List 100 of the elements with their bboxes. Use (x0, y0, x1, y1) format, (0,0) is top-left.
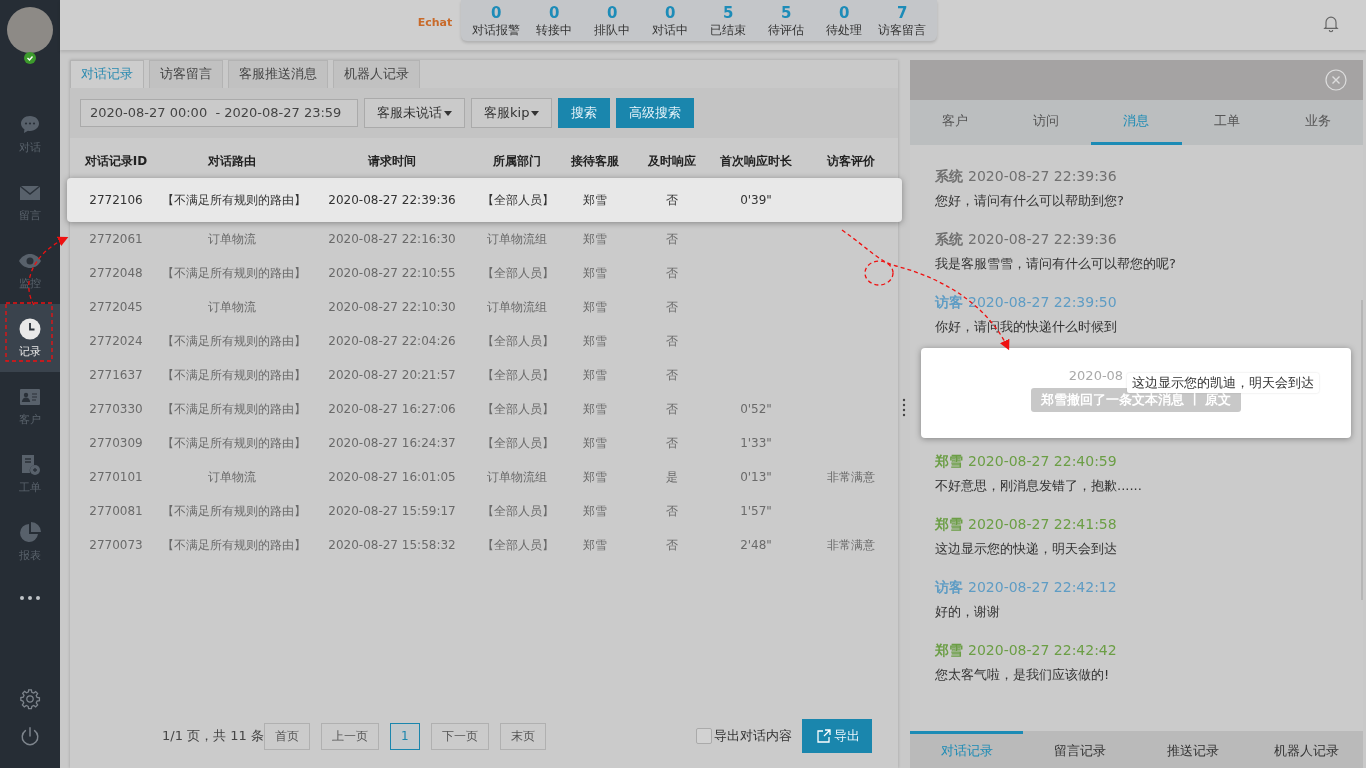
settings-icon[interactable] (19, 688, 41, 710)
table-row[interactable]: 2770309 【不满足所有规则的路由】 2020-08-27 16:24:37 【全部人员】 郑雪 否 1'33" (70, 426, 898, 460)
caret-icon (444, 110, 452, 116)
stat-label: 访客留言 (878, 22, 927, 38)
table-cell-text: 2020-08-27 15:58:32 (327, 538, 457, 552)
stat-count: 0 (491, 4, 502, 22)
table-cell-text: 2772106 (88, 193, 144, 207)
table-cell-text: 1'57" (739, 504, 773, 518)
search-button[interactable]: 搜索 (558, 98, 611, 128)
table-cell-text: 2020-08-27 15:59:17 (327, 504, 457, 518)
stat-label: 对话报警 (472, 22, 521, 38)
tab[interactable]: 消息 (1091, 100, 1182, 145)
table-cell-text: 2772061 (88, 232, 144, 246)
logo: Echat (417, 16, 453, 29)
column-header[interactable]: 请求时间 (302, 152, 482, 170)
tab[interactable]: 工单 (1181, 100, 1273, 145)
table-cell-text: 是 (665, 468, 679, 486)
column-header[interactable]: 所属部门 (482, 152, 552, 170)
table-cell: 【不满足所有规则的路由】 (162, 264, 302, 282)
highlight-ellipse (864, 260, 894, 286)
table-cell: 【全部人员】 (482, 332, 552, 350)
table-row[interactable]: 2770330 【不满足所有规则的路由】 2020-08-27 16:27:06 【全部人员】 郑雪 否 0'52" (70, 392, 898, 426)
stat-label: 已结束 (710, 22, 747, 38)
message-time: 2020-08-27 22:42:12 (968, 578, 1117, 596)
message-time: 2020-08-27 22:39:36 (968, 230, 1117, 248)
tab[interactable]: 机器人记录 (333, 60, 420, 88)
table-cell-text: 2020-08-27 22:39:36 (327, 193, 457, 207)
stat-count: 0 (549, 4, 560, 22)
message-sender: 系统 (935, 167, 963, 185)
table-cell-text: 2772024 (88, 334, 144, 348)
message-sender: 郑雪 (935, 452, 963, 470)
stat-label: 转接中 (536, 22, 573, 38)
avatar[interactable] (7, 7, 53, 53)
table-cell-text: 0'13" (739, 470, 773, 484)
column-header[interactable]: 首次响应时长 (706, 152, 806, 170)
table-row[interactable]: 2772106 【不满足所有规则的路由】 2020-08-27 22:39:36 【全部人员】 郑雪 否 0'39" (67, 178, 902, 222)
table-cell: 【不满足所有规则的路由】 (162, 191, 302, 209)
tab[interactable]: 客服推送消息 (228, 60, 328, 88)
table-row[interactable]: 2770073 【不满足所有规则的路由】 2020-08-27 15:58:32 【全部人员】 郑雪 否 2'48" 非常满意 (70, 528, 898, 562)
stat-count: 0 (607, 4, 618, 22)
advanced-search-button[interactable]: 高级搜索 (616, 98, 695, 128)
table-cell-text: 郑雪 (582, 230, 608, 248)
message-text: 你好，请问我的快递什么时候到 (935, 318, 1118, 336)
table-cell-text: 郑雪 (582, 191, 608, 209)
table-cell-text: 否 (665, 191, 679, 209)
message-text: 好的，谢谢 (935, 603, 1001, 621)
table-cell-text: 订单物流组 (486, 298, 548, 316)
table-cell: 【不满足所有规则的路由】 (162, 434, 302, 452)
sidebar-item[interactable]: 记录 (0, 304, 60, 372)
table-cell: 【全部人员】 (482, 400, 552, 418)
tab[interactable]: 客户 (910, 100, 1001, 145)
table-row[interactable]: 2770081 【不满足所有规则的路由】 2020-08-27 15:59:17 【全部人员】 郑雪 否 1'57" (70, 494, 898, 528)
table-row[interactable]: 2770101 订单物流 2020-08-27 16:01:05 订单物流组 郑雪 是 0'13" 非常满意 (70, 460, 898, 494)
column-header[interactable]: 及时响应 (638, 152, 706, 170)
message-text: 不好意思，刚消息发错了，抱歉...... (935, 477, 1143, 495)
table-row[interactable]: 2772045 订单物流 2020-08-27 22:10:30 订单物流组 郑雪 否 (70, 290, 898, 324)
message-sender: 系统 (935, 230, 963, 248)
table-cell-text: 否 (665, 400, 679, 418)
page-button[interactable]: 末页 (499, 722, 546, 750)
message-time: 2020-08-27 22:39:36 (968, 167, 1117, 185)
column-header[interactable]: 对话路由 (162, 152, 302, 170)
tab[interactable]: 访客留言 (149, 60, 223, 88)
message-text: 这边显示您的快递，明天会到达 (935, 540, 1118, 558)
table-cell-text: 郑雪 (582, 400, 608, 418)
table-cell-text: 2020-08-27 16:27:06 (327, 402, 457, 416)
table-row[interactable]: 2772048 【不满足所有规则的路由】 2020-08-27 22:10:55 【全部人员】 郑雪 否 (70, 256, 898, 290)
column-header[interactable]: 接待客服 (552, 152, 638, 170)
page-button[interactable]: 下一页 (430, 722, 489, 750)
table-cell-text: 2020-08-27 22:10:55 (327, 266, 457, 280)
tab[interactable]: 访问 (1000, 100, 1092, 145)
table-cell: 【全部人员】 (482, 264, 552, 282)
export-content-label: 导出对话内容 (714, 727, 792, 745)
tab[interactable]: 机器人记录 (1249, 731, 1363, 768)
export-button[interactable]: 导出 (802, 719, 872, 753)
export-content-checkbox[interactable] (696, 728, 712, 744)
tab[interactable]: 对话记录 (70, 60, 144, 88)
table-row[interactable]: 2772024 【不满足所有规则的路由】 2020-08-27 22:04:26 【全部人员】 郑雪 否 (70, 324, 898, 358)
page-button[interactable]: 首页 (263, 722, 310, 750)
power-icon[interactable] (19, 726, 41, 748)
tab[interactable]: 推送记录 (1136, 731, 1250, 768)
page-button[interactable]: 上一页 (320, 722, 379, 750)
table-cell: 【不满足所有规则的路由】 (162, 332, 302, 350)
message-text: 您好，请问有什么可以帮助到您? (935, 192, 1125, 210)
table-cell-text: 2770073 (88, 538, 144, 552)
table-cell-text: 订单物流组 (486, 230, 548, 248)
date-range-field[interactable]: 2020-08-27 00:00 - 2020-08-27 23:59 (80, 99, 358, 127)
dropdown[interactable]: 客服kip (471, 98, 553, 128)
message-text: 您太客气啦，是我们应该做的! (935, 666, 1111, 684)
dropdown[interactable]: 客服未说话 (364, 98, 465, 128)
tab[interactable]: 业务 (1272, 100, 1363, 145)
column-header[interactable]: 访客评价 (806, 152, 896, 170)
table-row[interactable]: 2772061 订单物流 2020-08-27 22:16:30 订单物流组 郑雪 否 (70, 222, 898, 256)
tab[interactable]: 留言记录 (1023, 731, 1137, 768)
message-time: 2020-08-27 22:42:42 (968, 641, 1117, 659)
table-cell-text: 2020-08-27 16:01:05 (327, 470, 457, 484)
column-header[interactable]: 对话记录ID (70, 152, 162, 170)
page-button[interactable]: 1 (389, 722, 420, 750)
stat-count: 0 (839, 4, 850, 22)
table-row[interactable]: 2771637 【不满足所有规则的路由】 2020-08-27 20:21:57 【全部人员】 郑雪 否 (70, 358, 898, 392)
table-cell-text: 2772048 (88, 266, 144, 280)
